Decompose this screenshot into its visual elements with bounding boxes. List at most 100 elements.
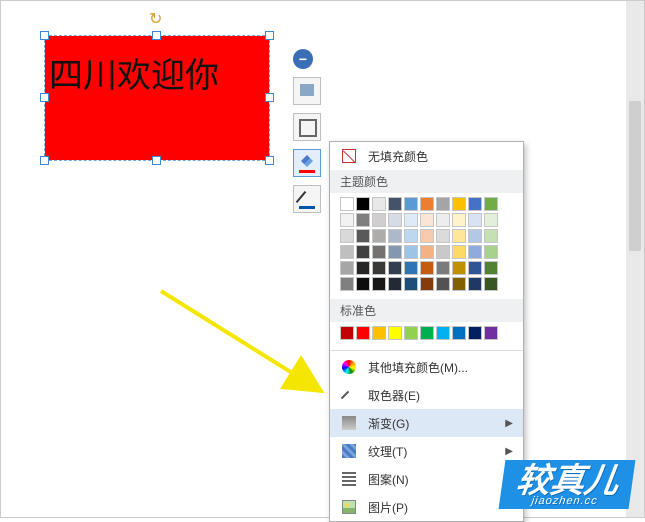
color-swatch[interactable] [372,277,386,291]
line-color-button[interactable] [293,185,321,213]
color-swatch[interactable] [340,277,354,291]
rotate-handle-icon[interactable]: ↻ [149,12,165,28]
color-swatch[interactable] [484,245,498,259]
color-swatch[interactable] [404,245,418,259]
color-swatch[interactable] [436,277,450,291]
color-swatch[interactable] [484,229,498,243]
theme-colors-header: 主题颜色 [330,170,523,193]
color-swatch[interactable] [420,261,434,275]
color-swatch[interactable] [404,277,418,291]
color-swatch[interactable] [420,229,434,243]
submenu-arrow-icon: ▶ [505,446,513,457]
color-swatch[interactable] [420,326,434,340]
color-swatch[interactable] [388,277,402,291]
vertical-scrollbar[interactable] [626,1,644,517]
color-swatch[interactable] [436,229,450,243]
resize-handle-br[interactable] [265,156,274,165]
more-colors-option[interactable]: 其他填充颜色(M)... [330,353,523,381]
color-swatch[interactable] [484,213,498,227]
color-swatch[interactable] [484,326,498,340]
color-swatch[interactable] [372,326,386,340]
color-swatch[interactable] [340,229,354,243]
eyedropper-option[interactable]: 取色器(E) [330,381,523,409]
color-swatch[interactable] [468,229,482,243]
color-swatch[interactable] [388,229,402,243]
color-swatch[interactable] [404,197,418,211]
gradient-label: 渐变(G) [368,415,409,432]
color-swatch[interactable] [452,229,466,243]
color-swatch[interactable] [420,245,434,259]
color-swatch[interactable] [388,261,402,275]
color-swatch[interactable] [356,326,370,340]
color-swatch[interactable] [356,261,370,275]
color-swatch[interactable] [436,197,450,211]
color-swatch[interactable] [468,277,482,291]
color-swatch[interactable] [420,277,434,291]
collapse-toolbar-button[interactable]: − [293,49,313,69]
texture-option[interactable]: 纹理(T) ▶ [330,437,523,465]
color-swatch[interactable] [404,229,418,243]
color-swatch[interactable] [372,261,386,275]
color-swatch[interactable] [372,245,386,259]
color-swatch[interactable] [388,245,402,259]
color-swatch[interactable] [452,197,466,211]
color-swatch[interactable] [468,261,482,275]
color-swatch[interactable] [484,261,498,275]
color-swatch[interactable] [436,326,450,340]
color-swatch[interactable] [468,326,482,340]
picture-option[interactable]: 图片(P) [330,493,523,521]
scrollbar-thumb[interactable] [629,101,641,251]
resize-handle-bl[interactable] [40,156,49,165]
no-fill-option[interactable]: 无填充颜色 [330,142,523,170]
color-swatch[interactable] [452,261,466,275]
color-swatch[interactable] [356,245,370,259]
color-swatch[interactable] [388,326,402,340]
color-swatch[interactable] [468,197,482,211]
shape-fill-button[interactable] [293,149,321,177]
gradient-option[interactable]: 渐变(G) ▶ [330,409,523,437]
selected-shape[interactable]: ↻ 四川欢迎你 [45,36,269,160]
resize-handle-tl[interactable] [40,31,49,40]
color-swatch[interactable] [452,245,466,259]
color-swatch[interactable] [436,213,450,227]
resize-handle-tr[interactable] [265,31,274,40]
color-swatch[interactable] [372,197,386,211]
color-swatch[interactable] [436,261,450,275]
color-swatch[interactable] [404,326,418,340]
color-swatch[interactable] [436,245,450,259]
color-swatch[interactable] [356,213,370,227]
color-swatch[interactable] [420,197,434,211]
color-swatch[interactable] [404,261,418,275]
color-swatch[interactable] [372,213,386,227]
standard-colors-header: 标准色 [330,299,523,322]
color-swatch[interactable] [356,229,370,243]
resize-handle-ml[interactable] [40,93,49,102]
color-swatch[interactable] [340,326,354,340]
pattern-option[interactable]: 图案(N) [330,465,523,493]
insert-image-button[interactable] [293,77,321,105]
color-swatch[interactable] [452,326,466,340]
color-swatch[interactable] [468,245,482,259]
color-swatch[interactable] [340,245,354,259]
color-swatch[interactable] [340,213,354,227]
color-swatch[interactable] [420,213,434,227]
shape-outline-button[interactable] [293,113,321,141]
color-swatch[interactable] [388,213,402,227]
color-swatch[interactable] [484,197,498,211]
resize-handle-bm[interactable] [152,156,161,165]
color-swatch[interactable] [340,197,354,211]
color-swatch[interactable] [372,229,386,243]
color-swatch[interactable] [468,213,482,227]
color-swatch[interactable] [404,213,418,227]
resize-handle-tm[interactable] [152,31,161,40]
color-swatch[interactable] [356,277,370,291]
color-swatch[interactable] [452,277,466,291]
color-swatch[interactable] [340,261,354,275]
color-swatch[interactable] [452,213,466,227]
color-swatch[interactable] [356,197,370,211]
color-swatch[interactable] [388,197,402,211]
shape-text[interactable]: 四川欢迎你 [45,36,269,160]
resize-handle-mr[interactable] [265,93,274,102]
color-swatch[interactable] [484,277,498,291]
line-color-indicator [299,206,315,209]
